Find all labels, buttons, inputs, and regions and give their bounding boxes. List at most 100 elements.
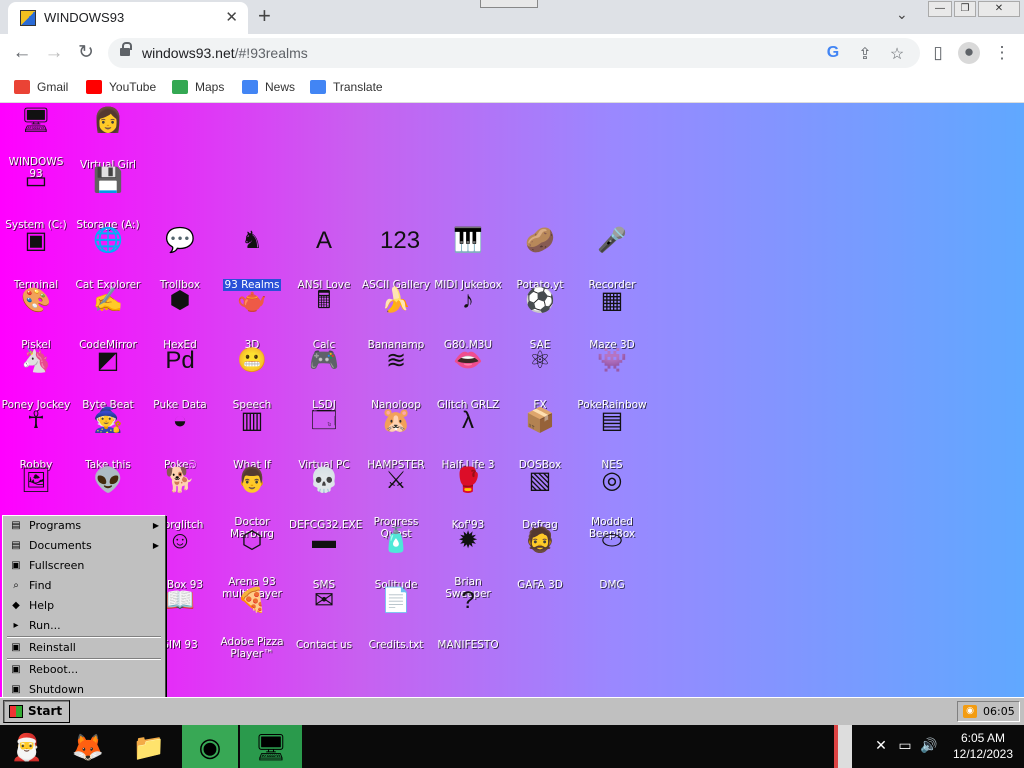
desktop-icon[interactable]: ☥ Robby bbox=[0, 405, 72, 471]
desktop-icon[interactable]: 🥊 Kof'93 bbox=[432, 465, 504, 531]
profile-avatar-icon[interactable]: ● bbox=[958, 42, 980, 64]
bookmark-gmail[interactable]: Gmail bbox=[14, 77, 68, 97]
bookmark-maps[interactable]: Maps bbox=[172, 77, 224, 97]
start-menu-item-run[interactable]: ▸ Run... bbox=[5, 616, 163, 636]
desktop-icon[interactable]: 🍌 Bananamp bbox=[360, 285, 432, 351]
desktop-icon[interactable]: A ANSI Love bbox=[288, 225, 360, 291]
desktop-icon[interactable]: 😬 Speech bbox=[216, 345, 288, 411]
browser-tab-active[interactable]: WINDOWS93 ✕ bbox=[8, 2, 248, 34]
address-bar[interactable]: windows93.net/#!93realms G ⇪ ☆ bbox=[108, 38, 920, 68]
desktop-icon[interactable]: 🖩 Calc bbox=[288, 285, 360, 351]
desktop-icon[interactable]: ▬ SMS bbox=[288, 525, 360, 591]
santa-app-icon[interactable]: 🎅 bbox=[0, 725, 54, 768]
desktop-icon[interactable]: ♪ G80.M3U bbox=[432, 285, 504, 351]
desktop-icon[interactable]: ⚛ FX bbox=[504, 345, 576, 411]
desktop-icon[interactable]: ⬢ HexEd bbox=[144, 285, 216, 351]
desktop-icon[interactable]: ▭ System (C:) bbox=[0, 165, 72, 231]
desktop-icon[interactable]: 123 ASCII Gallery bbox=[360, 225, 432, 291]
monitor-icon[interactable]: ▭ bbox=[896, 737, 914, 754]
desktop-icon[interactable]: Pd Puke Data bbox=[144, 345, 216, 411]
desktop-icon[interactable]: 👩 Virtual Girl bbox=[72, 105, 144, 171]
desktop-icon[interactable]: ◒ Pokeබ bbox=[144, 405, 216, 471]
desktop-icon[interactable]: 🍕 Adobe Pizza Player™ bbox=[216, 585, 288, 660]
desktop-icon[interactable]: ≋ Nanoloop bbox=[360, 345, 432, 411]
bookmark-star-icon[interactable]: ☆ bbox=[888, 44, 906, 64]
rss-icon[interactable]: ◉ bbox=[963, 705, 977, 718]
desktop-icon[interactable]: 💬 Trollbox bbox=[144, 225, 216, 291]
desktop-icon[interactable]: 📄 Credits.txt bbox=[360, 585, 432, 651]
desktop-icon[interactable]: ◩ Byte Beat bbox=[72, 345, 144, 411]
desktop-icon[interactable]: ⚔ Progress Quest bbox=[360, 465, 432, 540]
desktop-icon[interactable]: ✍ CodeMirror bbox=[72, 285, 144, 351]
windows93-app-icon[interactable]: 🖥 bbox=[240, 725, 302, 768]
os-clock[interactable]: 6:05 AM 12/12/2023 bbox=[946, 730, 1020, 762]
network-off-icon[interactable]: ✕ bbox=[872, 737, 890, 754]
desktop-icon[interactable]: 🧔 GAFA 3D bbox=[504, 525, 576, 591]
tab-search-chevron-icon[interactable]: ⌄ bbox=[896, 6, 908, 23]
window-preview-icon[interactable] bbox=[834, 725, 852, 768]
start-button[interactable]: Start bbox=[3, 700, 70, 723]
desktop-icon[interactable]: ⬭ DMG bbox=[576, 525, 648, 591]
file-explorer-icon[interactable]: 📁 bbox=[122, 725, 176, 768]
desktop-icon[interactable]: ✹ Brian Sweeper bbox=[432, 525, 504, 600]
firefox-icon[interactable]: 🦊 bbox=[62, 725, 114, 768]
desktop-icon[interactable]: 🌐 Cat Explorer bbox=[72, 225, 144, 291]
minimize-window-button[interactable]: — bbox=[928, 1, 952, 17]
desktop-icon[interactable]: 🫖 3D bbox=[216, 285, 288, 351]
desktop-icon[interactable]: 🧴 Solitude bbox=[360, 525, 432, 591]
start-menu-item-documents[interactable]: ▤ Documents ▶ bbox=[5, 536, 163, 556]
desktop-icon[interactable]: 🧙 Take this bbox=[72, 405, 144, 471]
desktop-icon[interactable]: 📦 DOSBox bbox=[504, 405, 576, 471]
desktop-icon[interactable]: 🥔 Potato.yt bbox=[504, 225, 576, 291]
desktop-icon[interactable]: ⚽ SAE bbox=[504, 285, 576, 351]
start-menu-item-find[interactable]: ⌕ Find bbox=[5, 576, 163, 596]
reload-icon[interactable]: ↻ bbox=[74, 41, 98, 65]
desktop-icon[interactable]: 🎨 Piskel bbox=[0, 285, 72, 351]
restore-window-button[interactable]: ❐ bbox=[954, 1, 976, 17]
desktop-icon[interactable]: ? MANIFESTO bbox=[432, 585, 504, 651]
start-menu-item-help[interactable]: ◆ Help bbox=[5, 596, 163, 616]
start-menu-item-reinstall[interactable]: ▣ Reinstall bbox=[5, 638, 163, 658]
google-lens-icon[interactable]: G bbox=[824, 44, 842, 62]
window-drag-handle[interactable] bbox=[480, 0, 538, 8]
start-menu-item-programs[interactable]: ▤ Programs ▶ bbox=[5, 516, 163, 536]
start-menu-item-fullscreen[interactable]: ▣ Fullscreen bbox=[5, 556, 163, 576]
bookmark-youtube[interactable]: YouTube bbox=[86, 77, 156, 97]
close-tab-icon[interactable]: ✕ bbox=[225, 8, 238, 26]
desktop-icon[interactable]: 🎮 LSDJ bbox=[288, 345, 360, 411]
desktop-icon[interactable]: ♞ 93 Realms bbox=[216, 225, 288, 291]
forward-arrow-icon[interactable]: → bbox=[42, 41, 66, 65]
desktop-icon[interactable]: ✉ Contact us bbox=[288, 585, 360, 651]
bookmark-translate[interactable]: Translate bbox=[310, 77, 383, 97]
side-panel-icon[interactable]: ▯ bbox=[928, 43, 948, 63]
bookmark-news[interactable]: News bbox=[242, 77, 295, 97]
desktop-icon[interactable]: ⬡ Arena 93 multiplayer bbox=[216, 525, 288, 600]
new-tab-button[interactable]: + bbox=[258, 4, 271, 28]
desktop-icon[interactable]: 🗔 Virtual PC bbox=[288, 405, 360, 471]
volume-icon[interactable]: 🔊 bbox=[920, 737, 938, 754]
desktop-icon[interactable]: 🎹 MIDI Jukebox bbox=[432, 225, 504, 291]
desktop-icon[interactable]: 🐹 HAMPSTER bbox=[360, 405, 432, 471]
chrome-icon[interactable]: ◉ bbox=[182, 725, 238, 768]
desktop-icon[interactable]: 👨 Doctor Marburg bbox=[216, 465, 288, 540]
desktop-icon[interactable]: 🎤 Recorder bbox=[576, 225, 648, 291]
desktop-icon[interactable]: 💀 DEFCG32.EXE bbox=[288, 465, 362, 531]
start-menu-item-reboot[interactable]: ▣ Reboot... bbox=[5, 660, 163, 680]
desktop-icon[interactable]: ▤ NES bbox=[576, 405, 648, 471]
url-text[interactable]: windows93.net/#!93realms bbox=[142, 45, 308, 61]
desktop-icon[interactable]: 👄 Glitch GRLZ bbox=[432, 345, 504, 411]
share-icon[interactable]: ⇪ bbox=[856, 44, 874, 64]
desktop-icon[interactable]: ▦ Maze 3D bbox=[576, 285, 648, 351]
desktop-icon[interactable]: ▥ What If bbox=[216, 405, 288, 471]
desktop-icon[interactable]: λ Half-Life 3 bbox=[432, 405, 504, 471]
desktop-icon[interactable]: 🖥 WINDOWS 93 bbox=[0, 105, 72, 180]
desktop-icon[interactable]: 👾 PokeRainbow bbox=[576, 345, 648, 411]
desktop-icon[interactable]: ▧ Defrag bbox=[504, 465, 576, 531]
desktop-icon[interactable]: 🦄 Poney Jockey bbox=[0, 345, 72, 411]
desktop-icon[interactable]: 💾 Storage (A:) bbox=[72, 165, 144, 231]
desktop-icon[interactable]: ◎ Modded BeepBox bbox=[576, 465, 648, 540]
back-arrow-icon[interactable]: ← bbox=[10, 41, 34, 65]
browser-menu-icon[interactable]: ⋮ bbox=[992, 43, 1012, 63]
desktop-icon[interactable]: ▣ Terminal bbox=[0, 225, 72, 291]
close-window-button[interactable]: ✕ bbox=[978, 1, 1020, 17]
